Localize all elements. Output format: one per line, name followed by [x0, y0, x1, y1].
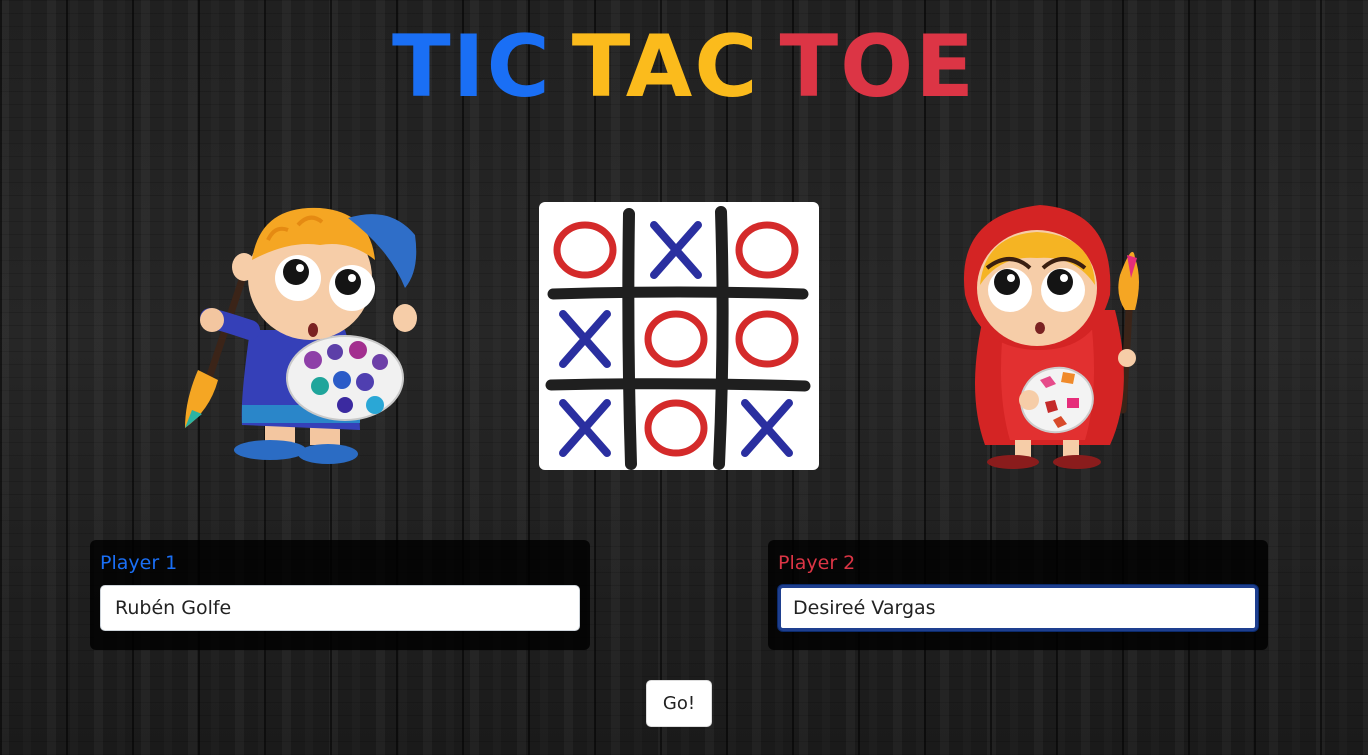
boy-painter-icon — [185, 207, 417, 464]
grid-line — [547, 286, 809, 300]
player2-name-input[interactable] — [778, 585, 1258, 631]
grid-line — [622, 208, 637, 470]
board-mark-x — [650, 221, 702, 279]
grid-line — [713, 206, 729, 470]
grid-line — [545, 378, 811, 392]
board-mark-x — [559, 310, 611, 368]
player1-label: Player 1 — [100, 552, 178, 574]
title-word-toe: TOE — [779, 17, 976, 117]
board-mark-o — [644, 399, 708, 457]
board-mark-o — [644, 310, 708, 368]
girl-painter-icon — [963, 205, 1139, 469]
player1-panel: Player 1 — [90, 540, 590, 650]
player2-panel: Player 2 — [768, 540, 1268, 650]
board-mark-x — [559, 399, 611, 457]
title-word-tac: TAC — [571, 17, 760, 117]
player1-name-input[interactable] — [100, 585, 580, 631]
board-mark-x — [741, 399, 793, 457]
go-button[interactable]: Go! — [646, 680, 712, 727]
title-word-tic: TIC — [392, 17, 552, 117]
board-mark-o — [735, 221, 799, 279]
board-mark-o — [553, 221, 617, 279]
game-title: TIC TAC TOE — [0, 12, 1368, 122]
tic-tac-toe-board-image — [539, 202, 819, 470]
board-mark-o — [735, 310, 799, 368]
player2-label: Player 2 — [778, 552, 856, 574]
